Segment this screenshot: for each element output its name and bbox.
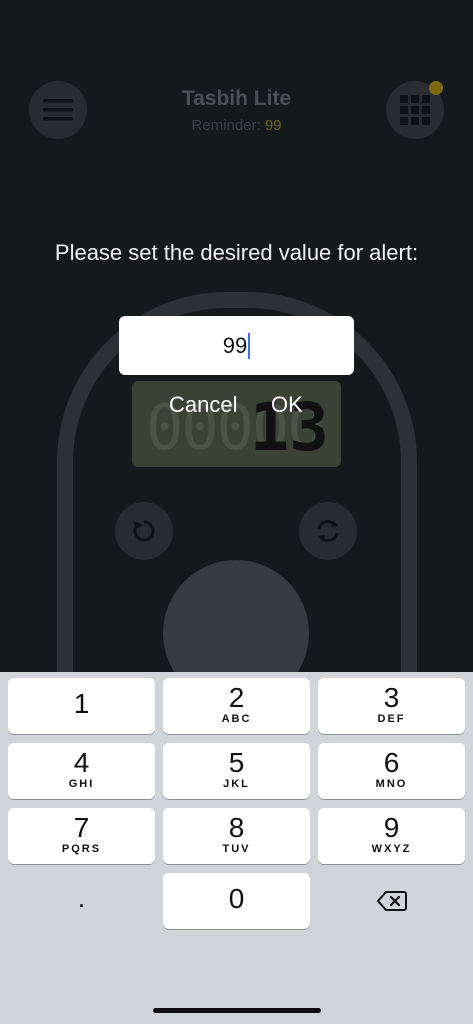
reset-icon <box>133 520 155 542</box>
reminder-value: 99 <box>264 117 282 134</box>
alert-value-text: 99 <box>222 332 248 358</box>
key-1[interactable]: 1 <box>8 678 155 734</box>
key-7[interactable]: 7 PQRS <box>8 808 155 864</box>
sync-button[interactable] <box>299 502 357 560</box>
key-6[interactable]: 6 MNO <box>318 743 465 799</box>
decimal-key[interactable]: . <box>8 873 155 929</box>
grid-icon <box>400 95 430 125</box>
delete-key[interactable] <box>318 873 465 929</box>
key-9[interactable]: 9 WXYZ <box>318 808 465 864</box>
backspace-icon <box>376 891 407 911</box>
dialog-message: Please set the desired value for alert: <box>54 240 419 265</box>
numeric-keypad: 1 2 ABC 3 DEF 4 GHI 5 JKL 6 MNO 7 PQRS 8… <box>0 672 473 1024</box>
sync-icon <box>317 520 339 542</box>
home-indicator <box>153 1008 321 1013</box>
cancel-button[interactable]: Cancel <box>169 392 237 418</box>
alert-value-input[interactable]: 99 <box>119 316 354 375</box>
key-5[interactable]: 5 JKL <box>163 743 310 799</box>
ok-button[interactable]: OK <box>271 392 303 418</box>
key-8[interactable]: 8 TUV <box>163 808 310 864</box>
reset-button[interactable] <box>115 502 173 560</box>
key-0[interactable]: 0 <box>163 873 310 929</box>
key-4[interactable]: 4 GHI <box>8 743 155 799</box>
key-3[interactable]: 3 DEF <box>318 678 465 734</box>
notification-dot <box>429 81 443 95</box>
reminder-label: Reminder: <box>191 117 261 134</box>
text-caret <box>248 332 251 359</box>
key-2[interactable]: 2 ABC <box>163 678 310 734</box>
